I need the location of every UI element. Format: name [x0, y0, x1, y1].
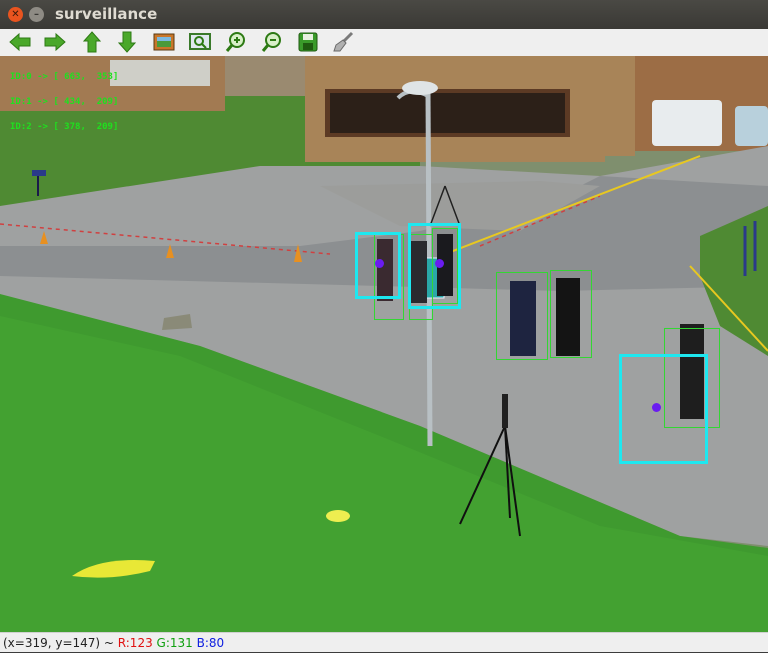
pixel-green-value: G:131	[156, 636, 193, 650]
zoom-fit-button[interactable]	[151, 30, 177, 54]
cursor-coordinates: (x=319, y=147) ~	[3, 636, 118, 650]
track-centroid	[652, 403, 661, 412]
track-box	[619, 354, 708, 464]
track-label: ID:0 -> [ 663, 353]	[10, 72, 119, 82]
properties-button[interactable]	[330, 30, 356, 54]
zoom-out-button[interactable]	[259, 30, 285, 54]
pan-left-button[interactable]	[7, 30, 33, 54]
track-box	[408, 223, 461, 309]
detection-box	[550, 270, 592, 358]
camera-image	[0, 56, 768, 632]
image-icon	[153, 33, 175, 51]
track-centroid	[375, 259, 384, 268]
window-title: surveillance	[55, 5, 158, 23]
pixel-blue-value: B:80	[196, 636, 225, 650]
zoom-in-icon	[225, 31, 247, 53]
track-label: ID:2 -> [ 378, 209]	[10, 122, 119, 132]
pan-down-button[interactable]	[114, 30, 140, 54]
app-window: ✕ – surveillance ID:0 -> [663, 353] ID:…	[0, 0, 768, 652]
zoom-original-button[interactable]	[187, 30, 213, 54]
close-window-button[interactable]: ✕	[8, 7, 23, 22]
detection-box	[496, 272, 548, 360]
minimize-window-button[interactable]: –	[29, 7, 44, 22]
zoom-in-button[interactable]	[223, 30, 249, 54]
title-bar[interactable]: ✕ – surveillance	[0, 0, 768, 29]
pixel-red-value: R:123	[117, 636, 153, 650]
track-centroid	[435, 259, 444, 268]
arrow-right-icon	[43, 32, 67, 52]
status-bar: (x=319, y=147) ~ R:123 G:131 B:80	[0, 632, 768, 652]
video-frame[interactable]: ID:0 -> [ 663, 353] ID:1 -> [ 434, 209] …	[0, 56, 768, 632]
save-icon	[298, 32, 318, 52]
brush-icon	[332, 31, 354, 53]
toolbar	[0, 29, 768, 57]
save-button[interactable]	[295, 30, 321, 54]
track-label: ID:1 -> [ 434, 209]	[10, 97, 119, 107]
arrow-up-icon	[82, 30, 102, 54]
arrow-down-icon	[117, 30, 137, 54]
zoom-out-icon	[261, 31, 283, 53]
pan-up-button[interactable]	[79, 30, 105, 54]
pan-right-button[interactable]	[42, 30, 68, 54]
arrow-left-icon	[8, 32, 32, 52]
zoom-select-icon	[189, 32, 211, 52]
